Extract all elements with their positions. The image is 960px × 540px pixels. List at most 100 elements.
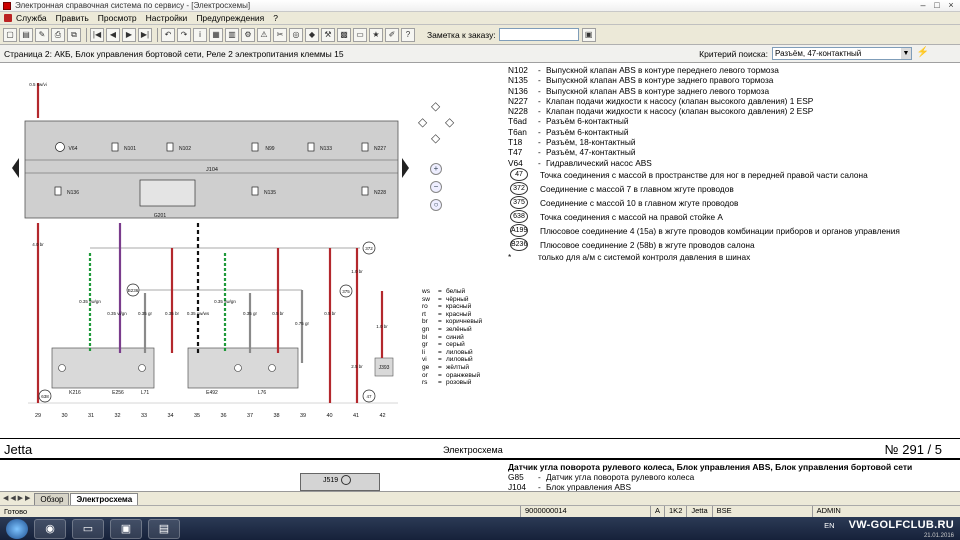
legend-desc: Разъём, 18-контактный bbox=[546, 137, 636, 148]
menu-view[interactable]: Просмотр bbox=[98, 13, 137, 23]
open-icon[interactable]: ▤ bbox=[19, 27, 33, 42]
warning-icon[interactable]: ⚠ bbox=[257, 27, 271, 42]
menu-service[interactable]: Служба bbox=[16, 13, 47, 23]
media-icon[interactable]: ▣ bbox=[110, 518, 142, 539]
chart-icon[interactable]: ▩ bbox=[337, 27, 351, 42]
legend-desc: Разъём 6-контактный bbox=[546, 116, 629, 127]
color-code-dash: = bbox=[438, 288, 442, 295]
back-icon[interactable]: ↶ bbox=[161, 27, 175, 42]
maximize-icon[interactable]: □ bbox=[930, 0, 944, 11]
legend-desc: Соединение с массой 10 в главном жгуте п… bbox=[540, 197, 739, 208]
ground-point-label: B236 bbox=[128, 288, 139, 293]
order-note-input[interactable] bbox=[498, 28, 579, 41]
lamp-icon bbox=[138, 364, 146, 372]
tab-scroll-arrows-icon[interactable]: ◀ ◀ ▶ ▶ bbox=[3, 492, 30, 505]
color-code-dash: = bbox=[438, 363, 442, 371]
zoom-out-icon[interactable]: − bbox=[430, 181, 442, 193]
menu-bar: Служба Править Просмотр Настройки Предуп… bbox=[0, 12, 960, 25]
column-number: 41 bbox=[353, 413, 359, 419]
legend-desc: Точка соединения с массой в пространстве… bbox=[540, 169, 868, 180]
copy-icon[interactable]: ⧉ bbox=[67, 27, 81, 42]
color-code-legend: ws = белый sw = чёрный ro = красный rt = красный br =… bbox=[422, 288, 492, 387]
save-note-icon[interactable]: ▣ bbox=[581, 27, 596, 42]
document-icon[interactable]: ▦ bbox=[209, 27, 223, 42]
prev-section-icon[interactable] bbox=[12, 158, 19, 178]
search-go-icon[interactable]: ⚡ bbox=[916, 47, 930, 60]
wire-gauge-label: 0.5 br bbox=[324, 311, 336, 316]
app-menu-icon[interactable] bbox=[4, 14, 12, 22]
close-icon[interactable]: × bbox=[944, 0, 958, 11]
chevron-down-icon[interactable]: ▼ bbox=[901, 48, 911, 59]
component-label: E256 bbox=[112, 390, 124, 396]
window-controls: – □ × bbox=[916, 0, 958, 12]
app-task-icon[interactable]: ▤ bbox=[148, 518, 180, 539]
tab-overview[interactable]: Обзор bbox=[34, 493, 70, 505]
zoom-fit-icon[interactable]: ○ bbox=[430, 199, 442, 211]
menu-settings[interactable]: Настройки bbox=[146, 13, 188, 23]
legend-item: N227- Клапан подачи жидкости к насосу (кл… bbox=[508, 96, 938, 106]
explorer-icon[interactable]: ▭ bbox=[72, 518, 104, 539]
color-code-dash: = bbox=[438, 356, 442, 364]
component-label: K216 bbox=[69, 390, 81, 396]
language-indicator[interactable]: EN bbox=[824, 521, 834, 530]
globe-icon[interactable]: ◎ bbox=[289, 27, 303, 42]
edit-icon[interactable]: ✎ bbox=[35, 27, 49, 42]
legend-desc: Выпускной клапан ABS в контуре заднего л… bbox=[546, 85, 770, 96]
ground-point-label: 638 bbox=[41, 394, 49, 399]
order-note-label: Заметка к заказу: bbox=[427, 29, 496, 40]
pan-right-icon[interactable]: ◇ bbox=[445, 115, 454, 129]
folder-icon[interactable]: ▭ bbox=[353, 27, 367, 42]
forward-icon[interactable]: ↷ bbox=[177, 27, 191, 42]
start-button[interactable] bbox=[6, 518, 28, 539]
legend-code: T6ad bbox=[508, 116, 527, 127]
color-code-dash: = bbox=[438, 295, 442, 303]
print-icon[interactable]: ⎙ bbox=[51, 27, 65, 42]
color-name: оранжевый bbox=[446, 371, 481, 379]
valve-label: V64 bbox=[69, 146, 78, 152]
column-number: 32 bbox=[114, 413, 120, 419]
menu-help[interactable]: ? bbox=[273, 13, 278, 23]
legend-desc: Выпускной клапан ABS в контуре заднего п… bbox=[546, 75, 774, 86]
note-icon[interactable]: ✐ bbox=[385, 27, 399, 42]
color-code-row: vi = лиловый bbox=[422, 356, 492, 364]
minimize-icon[interactable]: – bbox=[916, 0, 930, 11]
legend-ground-item: 375 Соединение с массой 10 в главном жгут… bbox=[508, 196, 938, 210]
browser-icon[interactable]: ◉ bbox=[34, 518, 66, 539]
breadcrumb: Страница 2: АКБ, Блок управления бортово… bbox=[4, 48, 344, 59]
status-a: A bbox=[650, 506, 664, 517]
diagram-viewport[interactable]: V64 N101 N102 N99 N133 N227 N136 N135 N228 J104 G2… bbox=[0, 63, 960, 491]
pan-up-icon[interactable]: ◇ bbox=[431, 99, 440, 113]
pan-down-icon[interactable]: ◇ bbox=[431, 131, 440, 145]
color-code-row: gn = зелёный bbox=[422, 326, 492, 334]
prev-page-icon[interactable]: ◀ bbox=[106, 27, 120, 42]
menu-warnings[interactable]: Предупреждения bbox=[196, 13, 264, 23]
next-section-icon[interactable] bbox=[402, 158, 409, 178]
wire-gauge-label: 0.35 gr bbox=[243, 311, 258, 316]
legend-desc: Выпускной клапан ABS в контуре переднего… bbox=[546, 65, 779, 75]
diagram-icon[interactable]: ◆ bbox=[305, 27, 319, 42]
search-criteria-select[interactable]: Разъём, 47-контактный ▼ bbox=[772, 47, 912, 60]
gear-icon[interactable]: ⚙ bbox=[241, 27, 255, 42]
info-icon[interactable]: i bbox=[193, 27, 207, 42]
pan-left-icon[interactable]: ◇ bbox=[418, 115, 427, 129]
footer-title: Электросхема bbox=[443, 445, 503, 455]
legend-desc: только для а/м с системой контроля давле… bbox=[538, 251, 751, 262]
star-icon[interactable]: ★ bbox=[369, 27, 383, 42]
component-label: J393 bbox=[379, 365, 390, 371]
valve-label: N228 bbox=[374, 190, 386, 196]
help-icon[interactable]: ? bbox=[401, 27, 415, 42]
new-doc-icon[interactable]: ▢ bbox=[3, 27, 17, 42]
wrench-icon[interactable]: ⚒ bbox=[321, 27, 335, 42]
tab-wiring-diagram[interactable]: Электросхема bbox=[70, 493, 139, 505]
zoom-in-icon[interactable]: + bbox=[430, 163, 442, 175]
color-code-row: gr = серый bbox=[422, 341, 492, 349]
menu-edit[interactable]: Править bbox=[56, 13, 89, 23]
first-page-icon[interactable]: |◀ bbox=[90, 27, 104, 42]
next-section: Датчик угла поворота рулевого колеса, Бл… bbox=[508, 462, 948, 491]
book-icon[interactable]: ▥ bbox=[225, 27, 239, 42]
toolbar: ▢ ▤ ✎ ⎙ ⧉ |◀ ◀ ▶ ▶| ↶ ↷ i ▦ ▥ ⚙ ⚠ ✂ ◎ ◆ … bbox=[0, 25, 960, 45]
last-page-icon[interactable]: ▶| bbox=[138, 27, 152, 42]
window-title: Электронная справочная система по сервис… bbox=[15, 1, 251, 10]
tools-icon[interactable]: ✂ bbox=[273, 27, 287, 42]
next-page-icon[interactable]: ▶ bbox=[122, 27, 136, 42]
